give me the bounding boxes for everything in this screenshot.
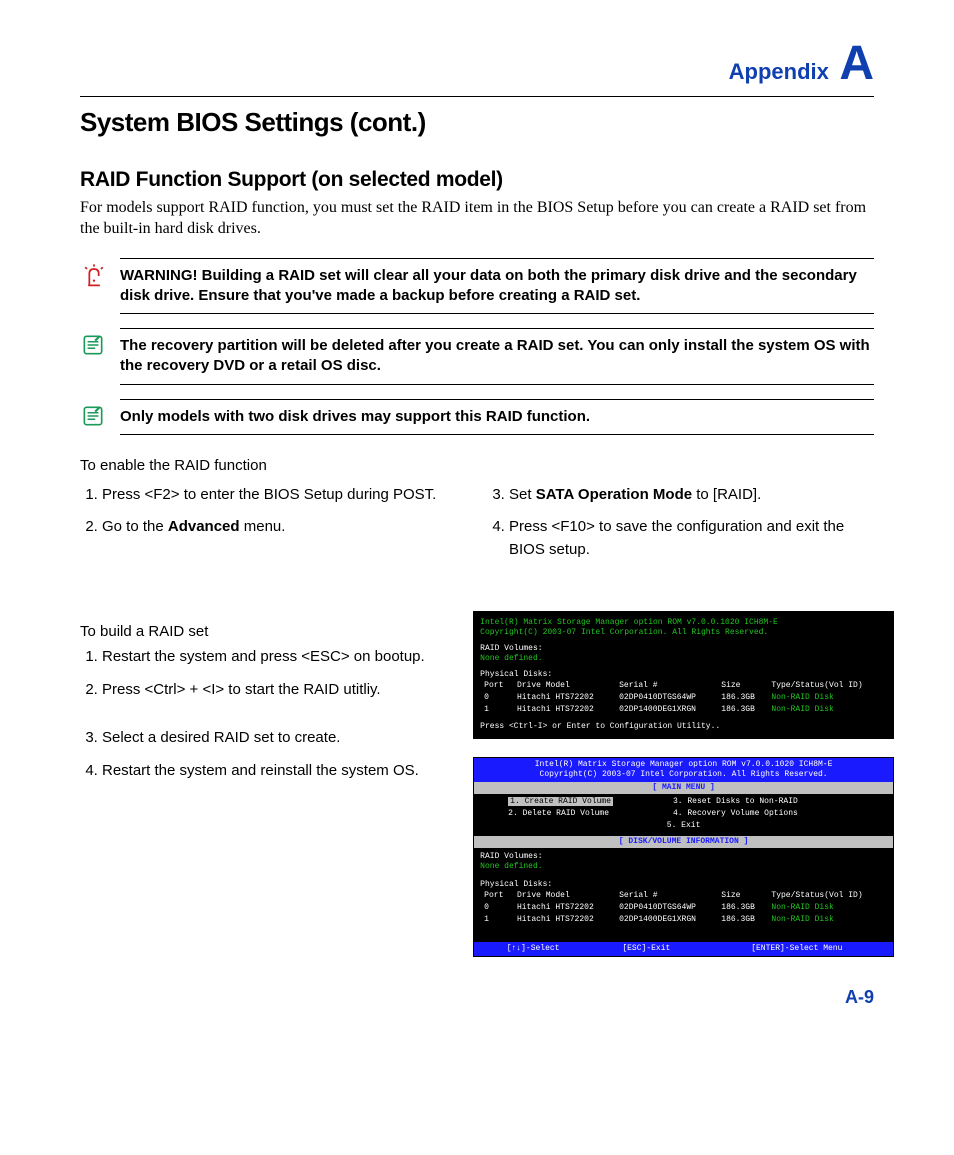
info-note-2: Only models with two disk drives may sup… (80, 399, 874, 435)
info-note-1: The recovery partition will be deleted a… (80, 328, 874, 385)
enable-steps: Press <F2> to enter the BIOS Setup durin… (80, 480, 874, 572)
intro-paragraph: For models support RAID function, you mu… (80, 198, 874, 240)
info-text-1: The recovery partition will be deleted a… (120, 332, 874, 381)
bios-screenshot-1: Intel(R) Matrix Storage Manager option R… (473, 611, 894, 739)
step-2: Go to the Advanced menu. (102, 516, 467, 539)
warning-text: WARNING! Building a RAID set will clear … (120, 262, 874, 311)
note-icon (80, 403, 110, 433)
bios-main-menu: 1. Create RAID Volume 3. Reset Disks to … (504, 796, 863, 832)
build-step-1: Restart the system and press <ESC> on bo… (102, 646, 453, 669)
page-number: A-9 (80, 987, 874, 1008)
appendix-label: Appendix (729, 59, 829, 85)
page-title: System BIOS Settings (cont.) (80, 107, 874, 138)
header-rule (80, 96, 874, 97)
bios-screenshot-2: Intel(R) Matrix Storage Manager option R… (473, 757, 894, 957)
enable-heading: To enable the RAID function (80, 457, 874, 474)
info-text-2: Only models with two disk drives may sup… (120, 403, 874, 431)
build-step-3: Select a desired RAID set to create. (102, 727, 453, 750)
step-1: Press <F2> to enter the BIOS Setup durin… (102, 484, 467, 507)
warning-note: WARNING! Building a RAID set will clear … (80, 258, 874, 315)
step-3: Set SATA Operation Mode to [RAID]. (509, 484, 874, 507)
note-icon (80, 332, 110, 362)
build-heading: To build a RAID set (80, 623, 453, 640)
build-step-2: Press <Ctrl> + <I> to start the RAID uti… (102, 679, 453, 702)
appendix-letter: A (839, 40, 874, 88)
build-step-4: Restart the system and reinstall the sys… (102, 760, 453, 783)
step-4: Press <F10> to save the configuration an… (509, 516, 874, 561)
warning-icon (80, 262, 110, 292)
appendix-header: Appendix A (80, 40, 874, 88)
build-raid-section: To build a RAID set Restart the system a… (80, 601, 874, 957)
step-1-text: Press <F2> to enter the BIOS Setup durin… (102, 486, 436, 503)
subsection-title: RAID Function Support (on selected model… (80, 168, 874, 192)
